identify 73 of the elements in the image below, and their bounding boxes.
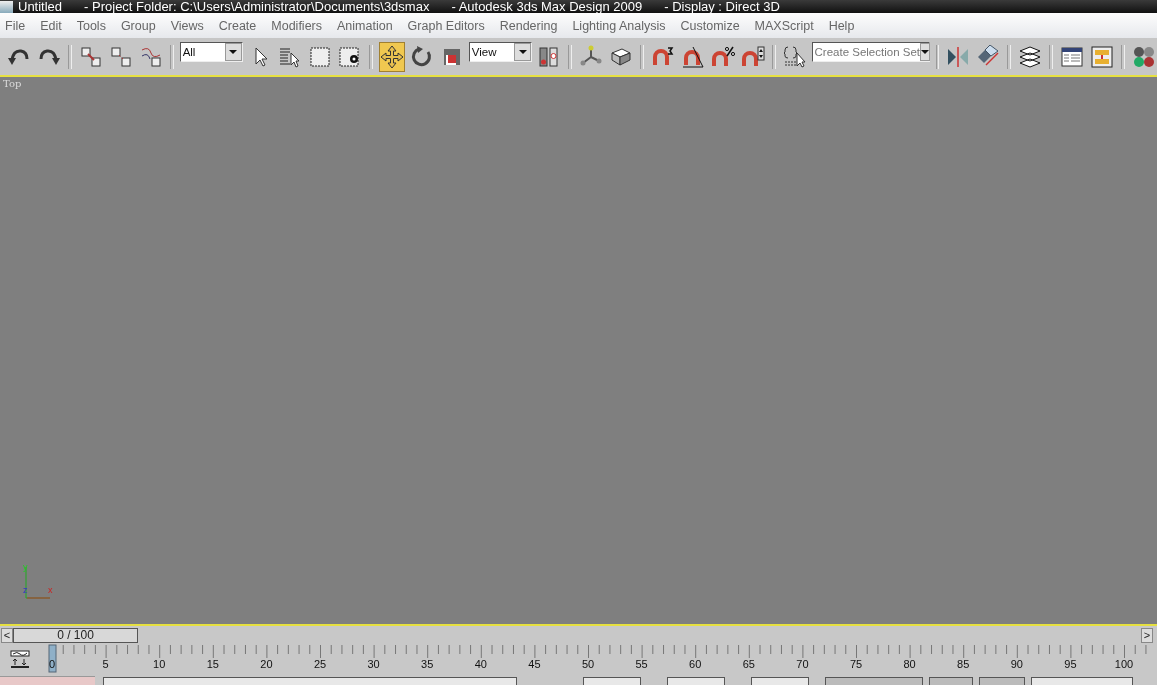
menu-item[interactable]: Edit <box>40 18 62 33</box>
frame-number: 5 <box>102 658 109 670</box>
window-title: - Autodesk 3ds Max Design 2009 <box>451 0 643 13</box>
magnet-spinner-icon <box>740 44 765 69</box>
frame-number: 40 <box>474 658 487 670</box>
menu-item[interactable]: Tools <box>76 18 106 33</box>
menu-item[interactable]: Graph Editors <box>407 18 485 33</box>
link-icon <box>78 44 103 69</box>
menu-item[interactable]: Rendering <box>499 18 558 33</box>
menu-item[interactable]: Animation <box>337 18 393 33</box>
z-coordinate-field[interactable] <box>751 677 809 685</box>
time-slider-thumb[interactable]: 0 / 100 <box>13 627 138 643</box>
x-coordinate-field[interactable] <box>583 677 641 685</box>
layers-icon <box>1018 44 1043 69</box>
frame-number: 10 <box>153 658 166 670</box>
auto-key-button[interactable] <box>979 677 1025 685</box>
app-icon <box>0 0 13 13</box>
frame-number: 30 <box>367 658 380 670</box>
reference-coordinate-dropdown[interactable]: View <box>468 41 533 62</box>
frame-number: 65 <box>742 658 755 670</box>
menu-item[interactable]: Lighting Analysis <box>572 18 666 33</box>
frame-number: 80 <box>903 658 916 670</box>
menu-item[interactable]: Modifiers <box>271 18 322 33</box>
frame-number: 45 <box>528 658 541 670</box>
frame-number: 90 <box>1010 658 1023 670</box>
spheres-icon <box>1131 44 1156 69</box>
axis-tripod-drawing: y z x <box>22 562 62 602</box>
mirror-icon <box>946 44 971 69</box>
rotate-icon <box>409 44 434 69</box>
frame-number: 15 <box>206 658 219 670</box>
frame-number: 20 <box>260 658 273 670</box>
menu-item[interactable]: Views <box>170 18 204 33</box>
frame-number: 75 <box>849 658 863 670</box>
table-icon <box>1060 44 1085 69</box>
y-coordinate-field[interactable] <box>667 677 725 685</box>
menu-item[interactable]: MAXScript <box>754 18 814 33</box>
menu-item[interactable]: Group <box>120 18 156 33</box>
frame-number: 100 <box>1114 658 1134 670</box>
frame-marker <box>48 644 57 673</box>
magnet-angle-icon <box>680 44 705 69</box>
window-title: - Project Folder: C:\Users\Administrator\Documents\3dsmax <box>84 0 430 13</box>
menu-item[interactable]: File <box>5 18 26 33</box>
frame-number: 70 <box>796 658 809 670</box>
unlink-icon <box>108 44 133 69</box>
braces-cursor-icon <box>782 44 807 69</box>
time-slider-track[interactable]: 0 / 100 <box>13 627 1141 643</box>
menu-item[interactable]: Customize <box>680 18 740 33</box>
move-button[interactable] <box>378 41 405 72</box>
window-title: Untitled <box>18 0 63 13</box>
named-selection-dropdown[interactable]: Create Selection Set <box>811 41 930 62</box>
frame-number: 55 <box>635 658 648 670</box>
next-frame-button[interactable]: > <box>1141 627 1153 643</box>
viewport-label[interactable]: Top <box>3 78 22 89</box>
move-arrows-icon <box>379 44 404 69</box>
selection-dropdown[interactable] <box>1031 677 1133 685</box>
frame-number: 50 <box>581 658 595 670</box>
frame-number: 35 <box>421 658 434 670</box>
window-title: - Display : Direct 3D <box>664 0 780 13</box>
curve-arrows-icon <box>9 649 31 669</box>
schematic-icon <box>1090 44 1115 69</box>
status-button[interactable] <box>929 677 973 685</box>
viewport[interactable]: Top y z x <box>0 77 1157 624</box>
magnet-percent-icon <box>710 44 735 69</box>
previous-frame-button[interactable]: < <box>1 627 13 643</box>
frame-number: 95 <box>1064 658 1077 670</box>
frame-number: 85 <box>957 658 970 670</box>
frame-number: 60 <box>689 658 702 670</box>
menu-item[interactable]: Help <box>828 18 855 33</box>
frame-number: 0 <box>48 658 56 670</box>
menu-item[interactable]: Create <box>218 18 257 33</box>
selection-filter-dropdown[interactable]: All <box>179 41 243 62</box>
track-bar-ruler[interactable]: 0 5 10 15 20 25 30 35 40 45 50 55 60 65 70 75 80 85 90 95 100 <box>40 644 1150 674</box>
frame-number: 25 <box>313 658 327 670</box>
